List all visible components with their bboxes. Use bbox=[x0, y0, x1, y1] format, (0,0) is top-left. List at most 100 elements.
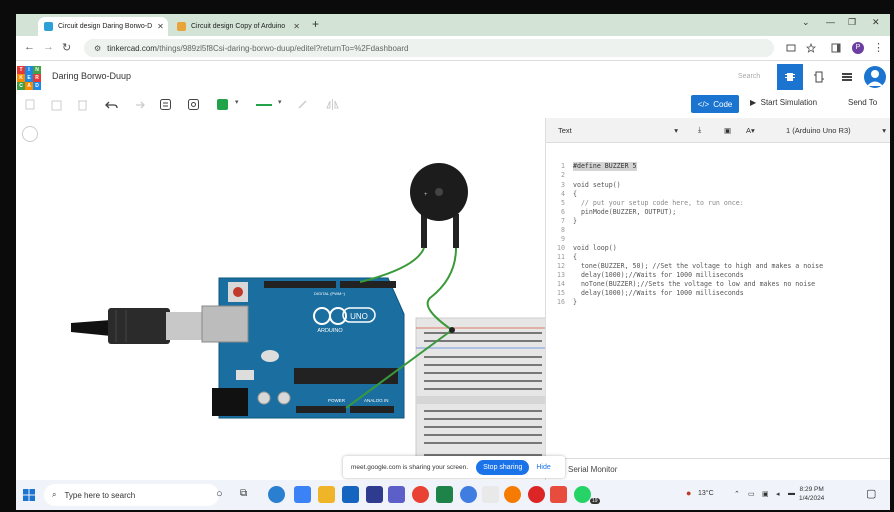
taskbar-search[interactable]: ⌕ Type here to search bbox=[44, 484, 219, 506]
delete-icon[interactable] bbox=[76, 98, 89, 111]
circuit-view-button[interactable] bbox=[777, 64, 803, 90]
code-line: 11{ bbox=[557, 253, 577, 261]
network-icon[interactable]: ▭ bbox=[748, 490, 755, 498]
header-search[interactable]: Search bbox=[738, 73, 760, 80]
send-to-button[interactable]: Send To bbox=[848, 98, 877, 107]
user-avatar[interactable] bbox=[864, 66, 886, 88]
app-icon[interactable] bbox=[550, 486, 567, 503]
digital-label: DIGITAL (PWM~) bbox=[314, 291, 346, 296]
weather-icon[interactable]: ● bbox=[686, 488, 691, 498]
address-bar-row: ← → ↻ ⚙ tinkercad.com /things/989zl5f8Cs… bbox=[16, 36, 890, 61]
mail-icon[interactable] bbox=[342, 486, 359, 503]
wire-type-swatch[interactable] bbox=[256, 104, 272, 106]
reload-icon[interactable]: ↻ bbox=[62, 41, 71, 54]
device-select[interactable]: 1 (Arduino Uno R3) ▾ bbox=[786, 123, 886, 137]
close-tab-icon[interactable]: ✕ bbox=[152, 22, 164, 31]
url-field[interactable]: ⚙ tinkercad.com /things/989zl5f8Csi-dari… bbox=[84, 39, 774, 57]
circuit-canvas[interactable]: UNO ARDUINO DIGITAL (PWM~) POWER ANALOG … bbox=[16, 118, 545, 480]
play-icon: ▶ bbox=[750, 98, 759, 107]
code-line: 2 bbox=[561, 171, 565, 179]
new-tab-button[interactable]: + bbox=[312, 17, 319, 31]
uno-label: UNO bbox=[350, 312, 368, 321]
cast-icon[interactable] bbox=[786, 43, 796, 53]
browser-menu-icon[interactable]: ⋮ bbox=[873, 41, 884, 54]
wire-dropdown-chevron-icon[interactable]: ▾ bbox=[278, 98, 282, 106]
copy-icon[interactable] bbox=[24, 98, 37, 111]
profile-avatar[interactable]: P bbox=[852, 42, 864, 54]
taskbar-clock[interactable]: 8:29 PM 1/4/2024 bbox=[799, 485, 824, 503]
temperature[interactable]: 13°C bbox=[698, 490, 714, 497]
close-window-button[interactable]: ✕ bbox=[872, 17, 880, 28]
breadboard[interactable] bbox=[415, 317, 545, 469]
code-line: 14 noTone(BUZZER);//Sets the voltage to … bbox=[557, 280, 816, 288]
notes-icon[interactable] bbox=[159, 98, 172, 111]
excel-icon[interactable] bbox=[436, 486, 453, 503]
firefox-icon[interactable] bbox=[504, 486, 521, 503]
side-panel-icon[interactable] bbox=[831, 43, 841, 53]
code-line: 15 delay(1000);//Waits for 1000 millisec… bbox=[557, 289, 744, 297]
redo-icon[interactable] bbox=[132, 98, 145, 111]
reset-button[interactable] bbox=[233, 287, 243, 297]
file-explorer-icon[interactable] bbox=[318, 486, 335, 503]
tab-circuit-design-copy[interactable]: Circuit design Copy of Arduino ✕ bbox=[171, 17, 306, 36]
project-name[interactable]: Daring Borwo-Duup bbox=[52, 71, 131, 81]
store-icon[interactable] bbox=[294, 486, 311, 503]
upload-icon[interactable]: ▣ bbox=[724, 123, 731, 137]
site-info-icon[interactable]: ⚙ bbox=[94, 44, 101, 53]
text-size-icon[interactable]: A▾ bbox=[746, 123, 755, 137]
paste-icon[interactable] bbox=[50, 98, 63, 111]
stop-sharing-button[interactable]: Stop sharing bbox=[476, 459, 530, 475]
task-view-icon[interactable]: ⧉ bbox=[240, 488, 247, 499]
color-swatch-button[interactable] bbox=[217, 99, 228, 110]
code-mode-select[interactable]: Text ▾ bbox=[558, 123, 678, 137]
tab-circuit-design-active[interactable]: Circuit design Daring Borwo-D ✕ bbox=[38, 17, 168, 36]
undo-icon[interactable] bbox=[105, 98, 118, 111]
rotate-icon[interactable] bbox=[296, 98, 309, 111]
minimize-button[interactable]: — bbox=[826, 17, 835, 27]
volume-icon[interactable]: ◂ bbox=[776, 490, 780, 498]
code-button[interactable]: </> Code bbox=[691, 95, 739, 113]
chrome-profile-icon[interactable] bbox=[528, 486, 545, 503]
code-mode-value: Text bbox=[558, 125, 572, 135]
tab-search-chevron-icon[interactable]: ⌄ bbox=[802, 17, 810, 28]
piezo-buzzer[interactable]: + bbox=[410, 163, 468, 248]
whatsapp-icon[interactable] bbox=[574, 486, 591, 503]
forward-arrow-icon[interactable]: → bbox=[43, 41, 54, 53]
wire-endpoint[interactable] bbox=[449, 327, 455, 333]
arduino-uno-board[interactable]: UNO ARDUINO DIGITAL (PWM~) POWER ANALOG … bbox=[201, 277, 405, 419]
flip-icon[interactable] bbox=[326, 98, 339, 111]
task-view-circle-icon[interactable]: ○ bbox=[216, 488, 223, 500]
code-panel-header: Text ▾ ⤓ ▣ A▾ 1 (Arduino Uno R3) ▾ bbox=[546, 118, 890, 143]
annotation-icon[interactable] bbox=[187, 98, 200, 111]
chrome-icon[interactable] bbox=[412, 486, 429, 503]
tinkercad-logo[interactable]: TIN KER CAD bbox=[17, 66, 41, 90]
usb-cable[interactable] bbox=[71, 308, 204, 344]
notifications-icon[interactable]: ▢ bbox=[866, 487, 876, 500]
display-icon[interactable]: ▣ bbox=[762, 490, 769, 498]
edge-icon[interactable] bbox=[268, 486, 285, 503]
taskbar-search-placeholder: Type here to search bbox=[64, 490, 136, 500]
start-simulation-button[interactable]: ▶ Start Simulation bbox=[750, 98, 817, 107]
teams-icon[interactable] bbox=[388, 486, 405, 503]
back-arrow-icon[interactable]: ← bbox=[24, 41, 35, 53]
url-host: tinkercad.com bbox=[107, 43, 157, 53]
code-line: 8 bbox=[561, 226, 565, 234]
list-icon bbox=[842, 73, 852, 81]
bookmark-star-icon[interactable] bbox=[806, 43, 816, 53]
color-dropdown-chevron-icon[interactable]: ▾ bbox=[235, 98, 239, 106]
download-icon[interactable]: ⤓ bbox=[698, 123, 701, 137]
close-tab-icon[interactable]: ✕ bbox=[288, 22, 300, 31]
windows-start-icon[interactable] bbox=[23, 489, 35, 501]
code-line: 7} bbox=[561, 217, 577, 225]
app-icon[interactable] bbox=[482, 486, 499, 503]
battery-icon[interactable]: ▬ bbox=[788, 490, 795, 497]
browser-app-icon[interactable] bbox=[460, 486, 477, 503]
restore-button[interactable]: ❐ bbox=[848, 17, 856, 28]
serial-monitor-toggle[interactable]: Serial Monitor bbox=[546, 458, 890, 480]
component-list-button[interactable] bbox=[834, 64, 860, 90]
tray-chevron-icon[interactable]: ⌃ bbox=[734, 490, 740, 498]
schematic-view-button[interactable] bbox=[806, 64, 832, 90]
app-icon[interactable] bbox=[366, 486, 383, 503]
device-value: 1 (Arduino Uno R3) bbox=[786, 125, 851, 135]
hide-banner-button[interactable]: Hide bbox=[536, 464, 550, 471]
